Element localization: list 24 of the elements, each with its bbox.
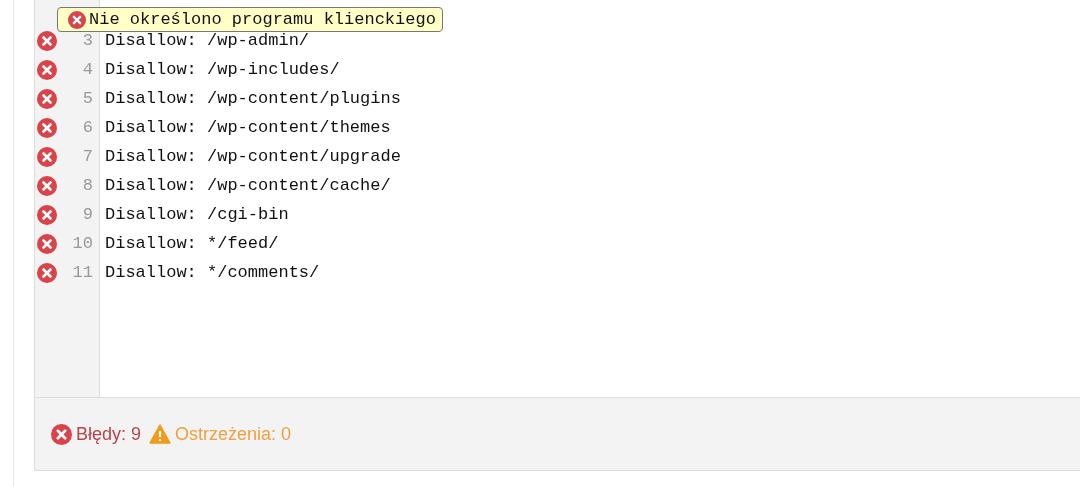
- error-icon: [68, 10, 86, 29]
- code-line: Disallow: /wp-content/cache/: [105, 176, 391, 195]
- line-number: 5: [82, 89, 93, 108]
- error-icon: [51, 423, 72, 445]
- line-number: 4: [82, 60, 93, 79]
- code-line: Disallow: */comments/: [105, 263, 320, 282]
- warning-count: Ostrzeżenia: 0: [175, 423, 292, 445]
- code-line: Disallow: /cgi-bin: [105, 205, 289, 224]
- line-number: 8: [82, 176, 93, 195]
- line-number: 10: [72, 234, 93, 253]
- code-line: Disallow: /wp-admin/: [105, 31, 310, 50]
- line-number: 3: [82, 31, 93, 50]
- line-number: 7: [82, 147, 93, 166]
- code-line: Disallow: /wp-includes/: [105, 60, 340, 79]
- code-line: Disallow: /wp-content/themes: [105, 118, 391, 137]
- tooltip-message: Nie określono programu klienckiego: [89, 10, 436, 29]
- warning-icon: [149, 424, 172, 444]
- line-number: 11: [72, 263, 93, 282]
- code-line: Disallow: /wp-content/plugins: [105, 89, 401, 108]
- line-number: 9: [82, 205, 93, 224]
- line-number: 6: [82, 118, 93, 137]
- code-line: Disallow: */feed/: [105, 234, 279, 253]
- error-count: Błędy: 9: [76, 423, 142, 445]
- code-line: Disallow: /wp-content/upgrade: [105, 147, 401, 166]
